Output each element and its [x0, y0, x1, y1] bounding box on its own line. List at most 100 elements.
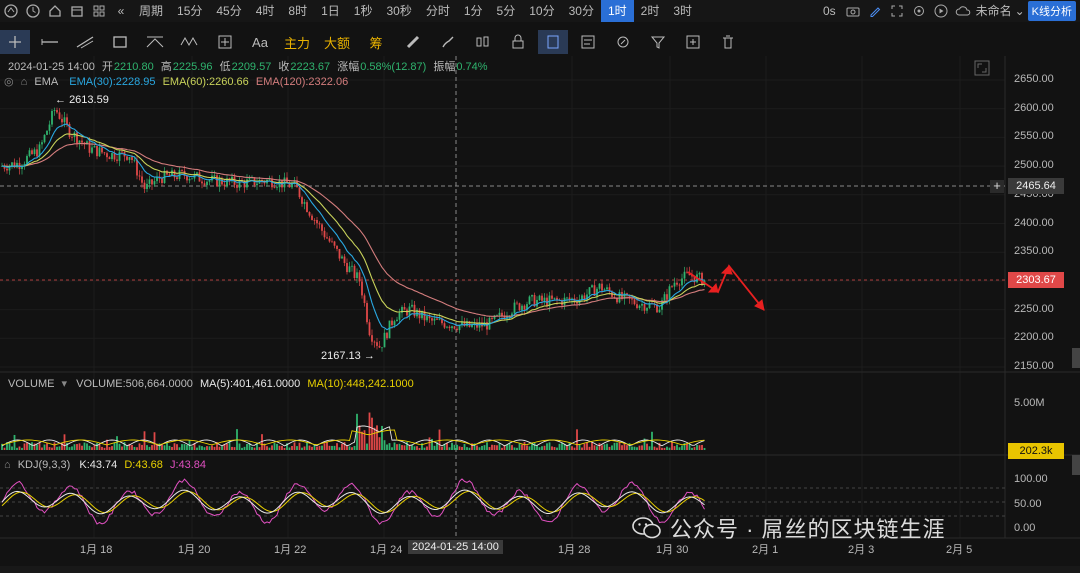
volume-bar	[91, 447, 93, 450]
kdj-j: J:43.84	[169, 459, 207, 471]
candle-body	[543, 297, 546, 301]
volume-bar	[3, 447, 6, 450]
low-value: 2209.57	[231, 61, 272, 73]
candle-body	[151, 179, 153, 185]
volume-bar	[396, 444, 398, 450]
volume-bar	[48, 447, 51, 450]
volume-bar	[338, 447, 341, 450]
candle-body	[633, 299, 636, 305]
crosshair-price-tag: 2465.64	[1008, 178, 1064, 194]
price-axis-label: 2500.00	[1014, 159, 1054, 172]
volume-bar	[681, 445, 683, 450]
price-axis-label: 2400.00	[1014, 216, 1054, 229]
volume-bar	[511, 445, 513, 450]
candle-body	[133, 159, 136, 161]
fullscreen-icon[interactable]	[974, 60, 990, 76]
add-alert-icon[interactable]: +	[990, 179, 1004, 193]
volume-bar	[393, 442, 396, 450]
candle-body	[16, 162, 18, 168]
volume-bar	[376, 425, 378, 450]
scroll-handle-kdj[interactable]	[1072, 455, 1080, 475]
volume-bar	[78, 443, 81, 450]
volume-bar	[321, 445, 323, 450]
candle-body	[318, 223, 321, 225]
kdj-name[interactable]: KDJ(9,3,3)	[18, 459, 71, 471]
candle-body	[131, 157, 133, 160]
candle-body	[213, 175, 216, 177]
volume-bar	[231, 446, 233, 450]
candle-body	[321, 224, 323, 231]
volume-bar	[536, 445, 538, 450]
candle-body	[371, 335, 373, 342]
ohlc-info: 2024-01-25 14:00 开2210.80 高2225.96 低2209…	[8, 58, 492, 74]
candle-body	[501, 312, 503, 316]
volume-bar	[543, 445, 546, 450]
candle-body	[603, 289, 606, 291]
candle-body	[313, 219, 316, 221]
volume-bar	[171, 446, 173, 450]
volume-bar	[268, 447, 271, 450]
price-axis-label: 2550.00	[1014, 130, 1054, 143]
volume-bar	[576, 429, 578, 450]
volume-bar	[361, 431, 363, 450]
ema-name[interactable]: EMA	[34, 76, 58, 88]
volume-bar	[416, 446, 418, 450]
volume-bar	[391, 447, 393, 450]
volume-bar	[656, 447, 658, 450]
volume-bar	[556, 447, 558, 450]
change-label: 涨幅	[337, 61, 360, 73]
candle-body	[6, 168, 8, 171]
volume-bar	[111, 446, 113, 450]
price-axis-label: 2350.00	[1014, 245, 1054, 258]
volume-bar	[56, 446, 58, 450]
volume-bar	[558, 443, 561, 450]
candle-body	[388, 320, 391, 339]
volume-bar	[696, 445, 698, 450]
kdj-alert-icon[interactable]: ⌂	[4, 459, 11, 471]
volume-bar	[211, 445, 213, 450]
candle-body	[76, 132, 78, 144]
candle-body	[451, 326, 453, 329]
volume-bar	[491, 444, 493, 450]
scroll-handle[interactable]	[1072, 348, 1080, 368]
volume-bar	[493, 445, 496, 450]
volume-bar	[616, 442, 618, 450]
volume-bar	[71, 446, 73, 450]
candle-body	[188, 178, 191, 181]
volume-dropdown-icon[interactable]: ▾	[62, 378, 68, 390]
visibility-icon[interactable]: ◎	[4, 76, 14, 88]
volume-bar	[513, 447, 516, 450]
candle-body	[323, 230, 326, 238]
candle-body	[436, 318, 438, 320]
ema60-value: EMA(60):2260.66	[162, 76, 249, 88]
candle-body	[186, 175, 188, 181]
volume-bar	[126, 446, 128, 450]
volume-bar	[386, 444, 388, 450]
volume-info: VOLUME ▾ VOLUME:506,664.0000 MA(5):401,4…	[8, 377, 418, 390]
volume-bar	[331, 445, 333, 450]
candle-body	[91, 147, 93, 153]
candle-body	[531, 295, 533, 297]
volume-bar	[86, 443, 88, 450]
volume-bar	[413, 446, 416, 450]
date-label: 1月 22	[274, 544, 307, 556]
kdj-d-line	[1, 490, 705, 514]
candle-body	[686, 271, 688, 273]
candle-body	[366, 303, 368, 323]
volume-bar	[83, 442, 86, 450]
volume-name[interactable]: VOLUME	[8, 378, 54, 390]
candle-body	[81, 140, 83, 143]
volume-bar	[573, 447, 576, 450]
alert-icon[interactable]: ⌂	[21, 76, 28, 88]
volume-bar	[456, 444, 458, 450]
candle-body	[36, 149, 38, 157]
volume-bar	[441, 446, 443, 450]
candle-body	[523, 305, 526, 310]
volume-bar	[148, 446, 151, 450]
volume-bar	[461, 446, 463, 450]
amp-value: 0.74%	[456, 61, 488, 73]
candle-body	[678, 284, 681, 286]
volume-bar	[113, 442, 116, 450]
volume-bar	[411, 445, 413, 450]
volume-bar	[481, 445, 483, 450]
